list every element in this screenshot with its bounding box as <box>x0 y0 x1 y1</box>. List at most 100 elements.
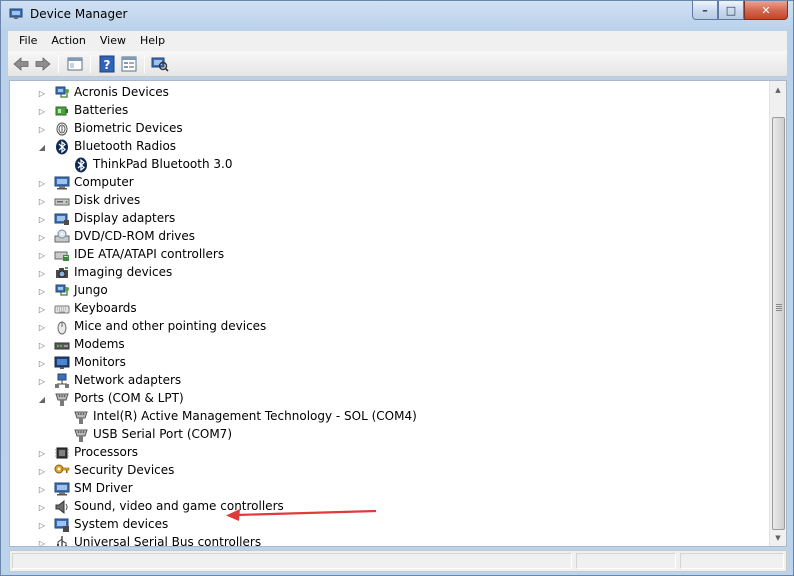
tree-node-label: USB Serial Port (COM7) <box>93 427 232 441</box>
status-bar <box>9 550 787 572</box>
tree-node-processors[interactable]: ▷ Processors <box>10 444 750 462</box>
expanded-triangle-icon[interactable]: ◢ <box>38 138 46 156</box>
minimize-button[interactable]: – <box>692 1 718 20</box>
tree-node-imaging-devices[interactable]: ▷ Imaging devices <box>10 264 750 282</box>
tree-node-security-devices[interactable]: ▷ Security Devices <box>10 462 750 480</box>
port-icon <box>73 409 89 425</box>
security-key-icon <box>54 463 70 479</box>
scroll-up-icon[interactable]: ▲ <box>770 81 786 98</box>
tree-node-thinkpad-bluetooth-3-0[interactable]: ThinkPad Bluetooth 3.0 <box>10 156 750 174</box>
collapsed-triangle-icon[interactable]: ▷ <box>38 228 46 246</box>
tree-node-label: Monitors <box>74 355 126 369</box>
tree-node-network-adapters[interactable]: ▷ Network adapters <box>10 372 750 390</box>
menu-view[interactable]: View <box>93 32 133 50</box>
tree-node-label: Mice and other pointing devices <box>74 319 267 333</box>
collapsed-triangle-icon[interactable]: ▷ <box>38 84 46 102</box>
tree-node-computer[interactable]: ▷ Computer <box>10 174 750 192</box>
collapsed-triangle-icon[interactable]: ▷ <box>38 318 46 336</box>
tree-node-dvd-cd-rom-drives[interactable]: ▷ DVD/CD-ROM drives <box>10 228 750 246</box>
collapsed-triangle-icon[interactable]: ▷ <box>38 354 46 372</box>
help-icon[interactable]: ? <box>98 55 116 73</box>
port-icon <box>73 427 89 443</box>
collapsed-triangle-icon[interactable]: ▷ <box>38 336 46 354</box>
properties-icon[interactable] <box>120 55 138 73</box>
tree-node-sm-driver[interactable]: ▷ SM Driver <box>10 480 750 498</box>
tree-node-label: Intel(R) Active Management Technology - … <box>93 409 417 423</box>
tree-node-label: Processors <box>74 445 139 459</box>
tree-node-mice-and-other-pointing-devices[interactable]: ▷ Mice and other pointing devices <box>10 318 750 336</box>
tree-node-acronis-devices[interactable]: ▷ Acronis Devices <box>10 84 750 102</box>
window-title: Device Manager <box>30 7 128 21</box>
tree-node-ide-ata-atapi-controllers[interactable]: ▷ IDE ATA/ATAPI controllers <box>10 246 750 264</box>
network-device-icon <box>54 85 70 101</box>
tree-node-batteries[interactable]: ▷ Batteries <box>10 102 750 120</box>
collapsed-triangle-icon[interactable]: ▷ <box>38 120 46 138</box>
collapsed-triangle-icon[interactable]: ▷ <box>38 516 46 534</box>
collapsed-triangle-icon[interactable]: ▷ <box>38 210 46 228</box>
collapsed-triangle-icon[interactable]: ▷ <box>38 498 46 516</box>
tree-node-label: Keyboards <box>74 301 137 315</box>
status-pane-tertiary <box>680 553 784 569</box>
collapsed-triangle-icon[interactable]: ▷ <box>38 372 46 390</box>
collapsed-triangle-icon[interactable]: ▷ <box>38 534 46 547</box>
tree-node-monitors[interactable]: ▷ Monitors <box>10 354 750 372</box>
maximize-button[interactable]: □ <box>718 1 744 20</box>
scroll-down-icon[interactable]: ▼ <box>770 529 786 546</box>
title-bar[interactable]: Device Manager – □ ✕ <box>1 1 793 29</box>
tree-node-label: Network adapters <box>74 373 182 387</box>
minimize-icon: – <box>702 3 708 17</box>
tree-node-label: Disk drives <box>74 193 141 207</box>
toolbar-separator <box>58 55 59 73</box>
tree-node-label: Batteries <box>74 103 129 117</box>
close-button[interactable]: ✕ <box>744 1 788 20</box>
collapsed-triangle-icon[interactable]: ▷ <box>38 246 46 264</box>
vertical-scrollbar[interactable]: ▲ ▼ <box>769 81 786 546</box>
maximize-icon: □ <box>725 3 737 17</box>
tree-node-ports-com-lpt[interactable]: ◢ Ports (COM & LPT) <box>10 390 750 408</box>
back-arrow-icon[interactable] <box>12 55 30 73</box>
scrollbar-thumb[interactable] <box>772 117 785 530</box>
tree-node-label: Security Devices <box>74 463 175 477</box>
device-manager-window: Device Manager – □ ✕ File Action View He… <box>0 0 794 576</box>
tree-node-universal-serial-bus-controllers[interactable]: ▷ Universal Serial Bus controllers <box>10 534 750 547</box>
tree-node-usb-serial-port-com7[interactable]: USB Serial Port (COM7) <box>10 426 750 444</box>
collapsed-triangle-icon[interactable]: ▷ <box>38 192 46 210</box>
tree-node-label: SM Driver <box>74 481 133 495</box>
collapsed-triangle-icon[interactable]: ▷ <box>38 480 46 498</box>
tree-node-display-adapters[interactable]: ▷ Display adapters <box>10 210 750 228</box>
menu-file[interactable]: File <box>12 32 44 50</box>
menu-help[interactable]: Help <box>133 32 172 50</box>
collapsed-triangle-icon[interactable]: ▷ <box>38 174 46 192</box>
tree-node-label: Universal Serial Bus controllers <box>74 535 262 547</box>
usb-controller-icon <box>54 535 70 546</box>
tree-node-label: Bluetooth Radios <box>74 139 177 153</box>
collapsed-triangle-icon[interactable]: ▷ <box>38 462 46 480</box>
system-devices-icon <box>54 517 70 533</box>
tree-node-bluetooth-radios[interactable]: ◢ Bluetooth Radios <box>10 138 750 156</box>
tree-node-disk-drives[interactable]: ▷ Disk drives <box>10 192 750 210</box>
collapsed-triangle-icon[interactable]: ▷ <box>38 102 46 120</box>
tree-node-biometric-devices[interactable]: ▷ Biometric Devices <box>10 120 750 138</box>
collapsed-triangle-icon[interactable]: ▷ <box>38 300 46 318</box>
tree-node-keyboards[interactable]: ▷ Keyboards <box>10 300 750 318</box>
caption-buttons: – □ ✕ <box>692 1 788 21</box>
collapsed-triangle-icon[interactable]: ▷ <box>38 444 46 462</box>
collapsed-triangle-icon[interactable]: ▷ <box>38 282 46 300</box>
tree-node-intel-r-active-management-technology-sol-com4[interactable]: Intel(R) Active Management Technology - … <box>10 408 750 426</box>
modem-icon <box>54 337 70 353</box>
scan-hardware-changes-icon[interactable] <box>151 55 169 73</box>
collapsed-triangle-icon[interactable]: ▷ <box>38 264 46 282</box>
toolbar: ? <box>8 51 787 77</box>
forward-arrow-icon[interactable] <box>34 55 52 73</box>
tree-node-label: DVD/CD-ROM drives <box>74 229 196 243</box>
show-hide-console-tree-icon[interactable] <box>66 55 84 73</box>
device-manager-icon <box>9 8 23 19</box>
tree-node-modems[interactable]: ▷ Modems <box>10 336 750 354</box>
computer-icon <box>54 175 70 191</box>
tree-node-label: System devices <box>74 517 169 531</box>
tree-node-label: Biometric Devices <box>74 121 183 135</box>
expanded-triangle-icon[interactable]: ◢ <box>38 390 46 408</box>
menu-action[interactable]: Action <box>44 32 92 50</box>
mouse-icon <box>54 319 70 335</box>
tree-node-jungo[interactable]: ▷ Jungo <box>10 282 750 300</box>
